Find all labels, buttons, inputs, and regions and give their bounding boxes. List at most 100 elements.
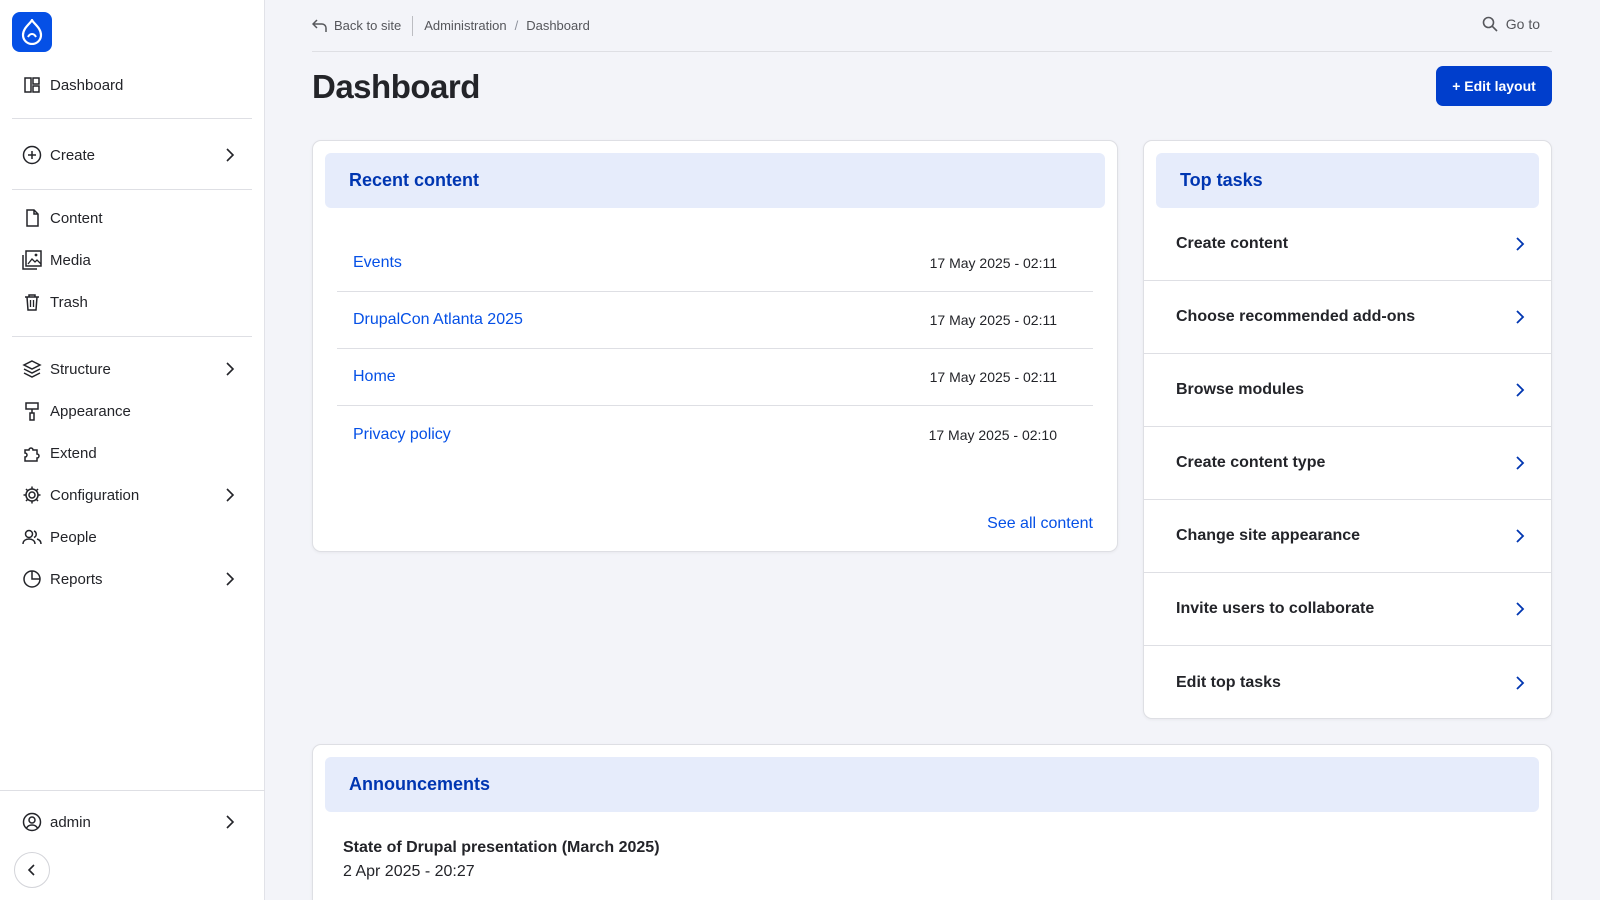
sidebar-item-label: People <box>50 528 97 546</box>
chevron-left-icon <box>27 864 35 876</box>
chevron-right-icon <box>1516 529 1525 543</box>
sidebar-divider <box>12 336 252 337</box>
recent-content-title: Recent content <box>325 153 1105 208</box>
chevron-right-icon <box>1516 602 1525 616</box>
sidebar-item-create[interactable]: Create <box>12 137 252 173</box>
drupal-drop-icon <box>21 19 43 45</box>
breadcrumb-administration[interactable]: Administration <box>424 18 506 33</box>
sidebar-divider <box>12 118 252 119</box>
chevron-right-icon <box>226 572 235 586</box>
announcement-date: 2 Apr 2025 - 20:27 <box>343 863 475 880</box>
sidebar: Dashboard Create Content Media Trash Str… <box>0 0 265 900</box>
chevron-right-icon <box>226 362 235 376</box>
recent-content-card: Recent content Events 17 May 2025 - 02:1… <box>312 140 1118 552</box>
sidebar-item-reports[interactable]: Reports <box>12 561 252 597</box>
breadcrumb-separator: / <box>514 18 519 33</box>
chevron-right-icon <box>1516 383 1525 397</box>
go-to-label: Go to <box>1505 16 1540 32</box>
sidebar-item-user[interactable]: admin <box>12 804 252 840</box>
content-link[interactable]: Events <box>353 254 402 272</box>
task-label: Browse modules <box>1176 381 1305 398</box>
task-label: Choose recommended add-ons <box>1176 308 1416 325</box>
top-tasks-title: Top tasks <box>1156 153 1539 208</box>
task-label: Edit top tasks <box>1176 673 1281 691</box>
trash-icon <box>22 292 42 312</box>
sidebar-item-label: Dashboard <box>50 76 124 94</box>
sidebar-item-label: Extend <box>50 444 97 462</box>
sidebar-item-trash[interactable]: Trash <box>12 284 252 320</box>
content-date: 17 May 2025 - 02:11 <box>929 369 1057 385</box>
dashboard-icon <box>22 75 42 95</box>
sidebar-item-people[interactable]: People <box>12 519 252 555</box>
task-browse-modules[interactable]: Browse modules <box>1144 354 1551 427</box>
task-choose-add-ons[interactable]: Choose recommended add-ons <box>1144 281 1551 354</box>
sidebar-item-label: Configuration <box>50 486 140 504</box>
pie-chart-icon <box>22 569 42 589</box>
announcement-title[interactable]: State of Drupal presentation (March 2025… <box>343 839 660 857</box>
chevron-right-icon <box>1516 310 1525 324</box>
sidebar-item-label: Structure <box>50 360 111 378</box>
image-icon <box>22 250 42 270</box>
go-to-button[interactable]: Go to <box>1482 16 1540 32</box>
content-date: 17 May 2025 - 02:11 <box>929 312 1057 328</box>
task-create-content[interactable]: Create content <box>1144 208 1551 281</box>
puzzle-icon <box>22 443 42 463</box>
content-date: 17 May 2025 - 02:10 <box>928 426 1057 443</box>
table-row: DrupalCon Atlanta 2025 17 May 2025 - 02:… <box>337 292 1093 349</box>
layers-icon <box>22 359 42 379</box>
document-icon <box>22 208 42 228</box>
breadcrumb-dashboard: Dashboard <box>526 18 590 33</box>
sidebar-item-label: Appearance <box>50 402 131 420</box>
chevron-right-icon <box>1516 456 1525 470</box>
chevron-right-icon <box>226 148 235 162</box>
sidebar-item-label: Media <box>50 251 91 269</box>
task-label: Create content type <box>1176 454 1326 471</box>
page-title: Dashboard <box>312 68 480 105</box>
sidebar-divider <box>0 790 265 791</box>
sidebar-item-dashboard[interactable]: Dashboard <box>12 67 252 103</box>
task-create-content-type[interactable]: Create content type <box>1144 427 1551 500</box>
table-row: Events 17 May 2025 - 02:11 <box>337 235 1093 292</box>
sidebar-item-label: Create <box>50 146 96 164</box>
back-to-site-link[interactable]: Back to site <box>312 15 414 36</box>
see-all-content-link[interactable]: See all content <box>987 515 1093 533</box>
chevron-right-icon <box>226 815 235 829</box>
sidebar-item-extend[interactable]: Extend <box>12 435 252 471</box>
people-icon <box>22 527 42 547</box>
task-label: Change site appearance <box>1176 527 1361 544</box>
chevron-right-icon <box>1516 675 1525 690</box>
sidebar-item-content[interactable]: Content <box>12 200 252 236</box>
task-invite-users[interactable]: Invite users to collaborate <box>1144 573 1551 646</box>
collapse-sidebar-button[interactable] <box>14 852 50 888</box>
drupal-logo[interactable] <box>12 12 52 52</box>
table-row: Privacy policy 17 May 2025 - 02:10 <box>337 406 1093 463</box>
task-edit-top-tasks[interactable]: Edit top tasks <box>1144 646 1551 719</box>
paint-roller-icon <box>22 401 42 421</box>
sidebar-item-label: Trash <box>50 293 88 311</box>
task-change-appearance[interactable]: Change site appearance <box>1144 500 1551 573</box>
content-link[interactable]: DrupalCon Atlanta 2025 <box>353 311 523 329</box>
gear-icon <box>22 485 42 505</box>
content-link[interactable]: Home <box>353 368 396 386</box>
task-label: Create content <box>1176 235 1289 252</box>
sidebar-item-label: Content <box>50 209 103 227</box>
sidebar-item-label: Reports <box>50 570 103 588</box>
chevron-right-icon <box>226 488 235 502</box>
sidebar-item-configuration[interactable]: Configuration <box>12 477 252 513</box>
sidebar-item-appearance[interactable]: Appearance <box>12 393 252 429</box>
content-date: 17 May 2025 - 02:11 <box>929 255 1057 271</box>
sidebar-item-media[interactable]: Media <box>12 242 252 278</box>
breadcrumb: Administration / Dashboard <box>413 18 590 33</box>
plus-circle-icon <box>22 145 42 165</box>
search-icon <box>1482 16 1498 32</box>
edit-layout-button[interactable]: + Edit layout <box>1436 66 1552 106</box>
task-label: Invite users to collaborate <box>1176 600 1375 617</box>
sidebar-item-structure[interactable]: Structure <box>12 351 252 387</box>
table-row: Home 17 May 2025 - 02:11 <box>337 349 1093 406</box>
sidebar-divider <box>12 189 252 190</box>
top-bar: Back to site Administration / Dashboard … <box>312 0 1552 52</box>
back-arrow-icon <box>312 18 327 32</box>
announcements-card: Announcements State of Drupal presentati… <box>312 744 1552 900</box>
chevron-right-icon <box>1516 237 1525 251</box>
content-link[interactable]: Privacy policy <box>353 426 451 444</box>
